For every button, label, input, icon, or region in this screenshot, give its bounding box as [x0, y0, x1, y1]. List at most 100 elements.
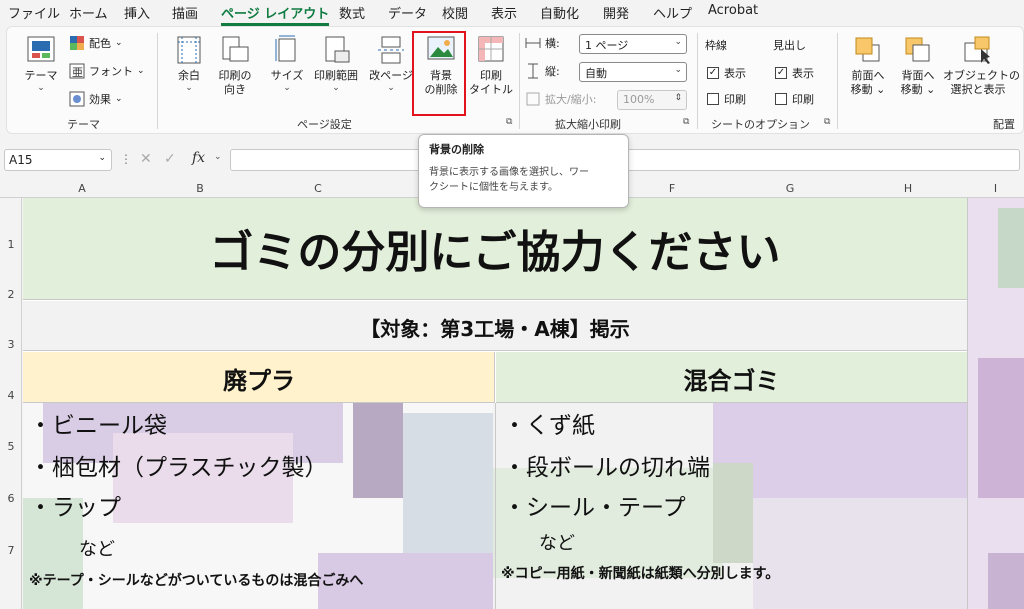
scale-icon — [525, 91, 541, 107]
scale-launcher-icon[interactable]: ⧉ — [683, 117, 689, 127]
bring-forward-button[interactable]: 前面へ 移動 ⌄ — [843, 31, 893, 109]
margins-label: 余白 — [178, 69, 200, 82]
background-pattern — [753, 498, 988, 609]
more-icon: ⋮ — [120, 152, 132, 166]
group-divider — [697, 33, 698, 129]
insert-function-icon[interactable]: fx — [192, 150, 205, 166]
tab-file[interactable]: ファイル — [8, 3, 60, 22]
send-backward-icon — [903, 35, 933, 65]
group-divider — [837, 33, 838, 129]
arrange-group-label: 配置 — [993, 118, 1015, 131]
background-pattern — [713, 463, 753, 563]
tab-insert[interactable]: 挿入 — [124, 3, 150, 22]
orientation-button[interactable]: 印刷の 向き — [209, 31, 261, 109]
selection-pane-label-2: 選択と表示 — [950, 83, 1006, 96]
tab-developer[interactable]: 開発 — [603, 3, 629, 22]
checkbox-empty-icon — [775, 93, 787, 105]
height-value: 自動 — [585, 67, 607, 80]
headings-print-label: 印刷 — [792, 93, 814, 106]
tab-review[interactable]: 校閲 — [442, 3, 468, 22]
tab-formulas[interactable]: 数式 — [339, 3, 365, 22]
column-header[interactable]: B — [141, 182, 259, 195]
name-box[interactable]: A15 ⌄ — [4, 149, 112, 171]
width-select[interactable]: 1 ページ ⌄ — [579, 34, 687, 54]
row-header[interactable]: 4 — [0, 389, 22, 402]
width-value: 1 ページ — [585, 39, 629, 52]
send-backward-label-1: 背面へ — [901, 69, 935, 82]
margins-button[interactable]: 余白 ⌄ — [163, 31, 215, 109]
selection-pane-button[interactable]: オブジェクトの 選択と表示 — [943, 31, 1020, 109]
row-header[interactable]: 1 — [0, 238, 22, 251]
chevron-down-icon: ⌄ — [137, 66, 145, 76]
background-pattern — [493, 468, 723, 578]
chevron-down-icon: ⌄ — [283, 83, 291, 93]
row-header[interactable]: 3 — [0, 338, 22, 351]
chevron-down-icon: ⌄ — [674, 65, 682, 75]
tab-page-layout[interactable]: ページ レイアウト — [221, 3, 330, 26]
tab-home[interactable]: ホーム — [69, 3, 108, 22]
sheet-options-launcher-icon[interactable]: ⧉ — [824, 117, 830, 127]
tab-acrobat[interactable]: Acrobat — [708, 3, 758, 18]
effects-button[interactable]: 効果 ⌄ — [69, 91, 123, 107]
print-area-button[interactable]: 印刷範囲 ⌄ — [310, 31, 362, 109]
orientation-label-1: 印刷の — [218, 69, 252, 82]
headings-print-checkbox[interactable]: 印刷 — [775, 91, 814, 107]
row-header[interactable]: 6 — [0, 492, 22, 505]
send-backward-button[interactable]: 背面へ 移動 ⌄ — [893, 31, 943, 109]
bring-forward-label-2: 移動 ⌄ — [850, 83, 886, 96]
right-header: 混合ゴミ — [683, 367, 780, 395]
enter-icon[interactable]: ✓ — [164, 151, 176, 167]
tooltip-body: 背景に表示する画像を選択し、ワー クシートに個性を与えます。 — [429, 165, 618, 195]
row-header[interactable]: 5 — [0, 440, 22, 453]
checkbox-checked-icon: ✓ — [707, 67, 719, 79]
colors-button[interactable]: 配色 ⌄ — [69, 35, 123, 51]
tab-view[interactable]: 表示 — [491, 3, 517, 22]
size-button[interactable]: サイズ ⌄ — [261, 31, 313, 109]
print-titles-button[interactable]: 印刷 タイトル — [465, 31, 517, 109]
breaks-icon — [376, 35, 406, 65]
page-setup-launcher-icon[interactable]: ⧉ — [506, 117, 512, 127]
row-header[interactable]: 7 — [0, 544, 22, 557]
cancel-icon[interactable]: ✕ — [140, 151, 152, 167]
print-area-icon — [321, 35, 351, 65]
highlight-box — [412, 31, 466, 116]
fonts-button[interactable]: 亜 フォント ⌄ — [69, 63, 145, 79]
tab-automate[interactable]: 自動化 — [540, 3, 579, 22]
worksheet[interactable]: ゴミの分別にご協力ください 【対象：第3工場・A棟】掲示 廃プラ 混合ゴミ ・ビ… — [23, 198, 1024, 609]
svg-text:亜: 亜 — [72, 66, 83, 79]
column-header[interactable]: A — [23, 182, 141, 195]
tooltip-title: 背景の削除 — [429, 143, 484, 156]
column-header[interactable]: I — [967, 182, 1024, 195]
chevron-down-icon: ⌄ — [115, 94, 123, 104]
subtitle: 【対象：第3工場・A棟】掲示 — [360, 317, 630, 341]
column-header[interactable]: G — [731, 182, 849, 195]
background-pattern — [978, 358, 1024, 498]
tab-help[interactable]: ヘルプ — [653, 3, 692, 22]
scale-value: 100% — [623, 93, 655, 106]
tab-draw[interactable]: 描画 — [172, 3, 198, 22]
themes-button[interactable]: テーマ ⌄ — [15, 31, 67, 109]
orientation-icon — [220, 35, 250, 65]
group-divider — [157, 33, 158, 129]
column-header[interactable]: C — [259, 182, 377, 195]
height-select[interactable]: 自動 ⌄ — [579, 62, 687, 82]
row-header[interactable]: 2 — [0, 288, 22, 301]
breaks-button[interactable]: 改ページ ⌄ — [365, 31, 417, 109]
gridlines-heading: 枠線 — [705, 39, 727, 52]
background-pattern — [353, 398, 403, 498]
tab-data[interactable]: データ — [388, 3, 427, 22]
list-etc: など — [79, 539, 115, 560]
scale-label: 拡大/縮小: — [525, 91, 596, 107]
background-pattern — [988, 553, 1024, 609]
headings-view-checkbox[interactable]: ✓ 表示 — [775, 65, 814, 81]
bring-forward-icon — [853, 35, 883, 65]
column-header[interactable]: F — [613, 182, 731, 195]
width-label: 横: — [525, 35, 560, 51]
gridlines-view-checkbox[interactable]: ✓ 表示 — [707, 65, 746, 81]
gridlines-print-checkbox[interactable]: 印刷 — [707, 91, 746, 107]
scale-input[interactable]: 100% ⇕ — [617, 90, 687, 110]
list-item: ・くず紙 — [503, 413, 595, 439]
cell-divider — [495, 403, 496, 609]
print-titles-label-2: タイトル — [469, 83, 513, 96]
column-header[interactable]: H — [849, 182, 967, 195]
